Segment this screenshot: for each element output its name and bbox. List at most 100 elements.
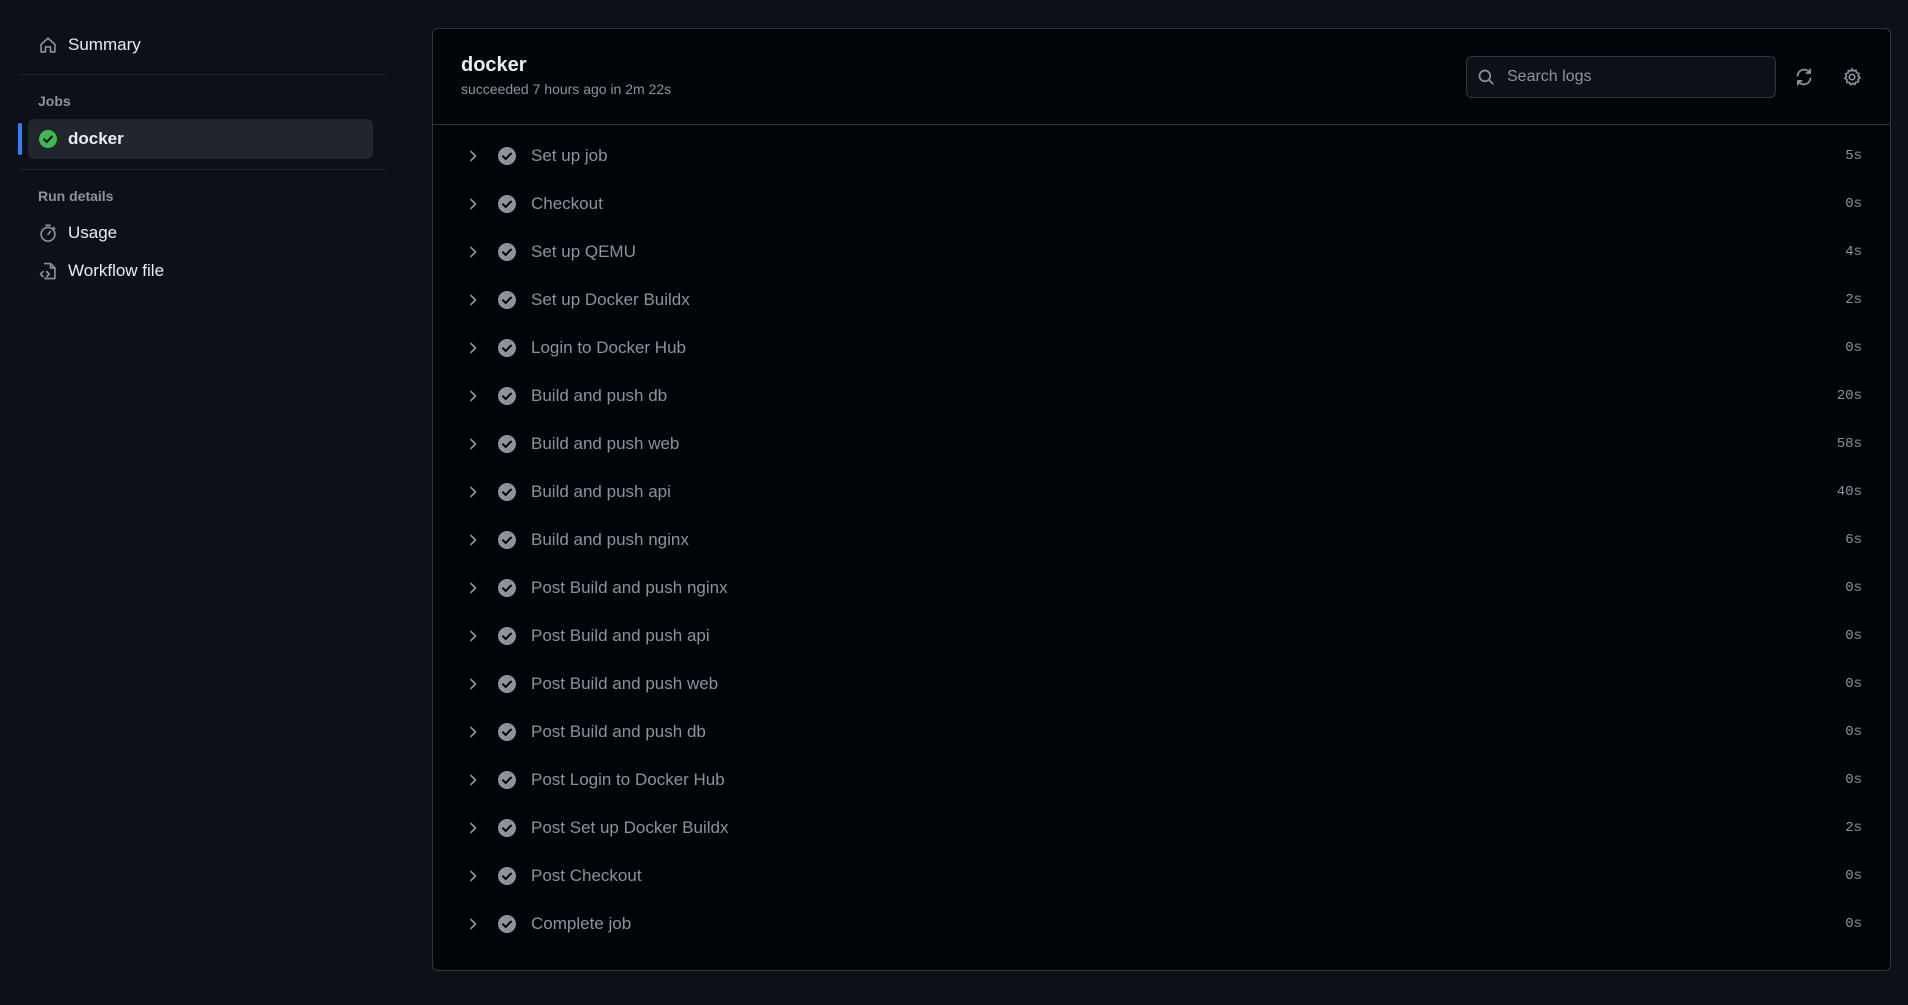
stopwatch-icon <box>38 223 58 243</box>
check-circle-fill-icon <box>497 578 517 598</box>
check-circle-fill-icon <box>497 194 517 214</box>
step-name: Post Checkout <box>531 866 642 885</box>
check-circle-fill-icon <box>497 146 517 166</box>
sidebar-item-summary[interactable]: Summary <box>20 24 385 66</box>
job-log-panel: docker succeeded 7 hours ago in 2m 22s S… <box>432 28 1891 971</box>
chevron-right-icon[interactable] <box>465 388 481 404</box>
chevron-right-icon[interactable] <box>465 916 481 932</box>
step-row[interactable]: Post Build and push db 0s <box>433 708 1890 756</box>
sidebar-item-job-docker[interactable]: docker <box>18 119 373 159</box>
search-input[interactable] <box>1505 67 1775 87</box>
step-row[interactable]: Post Set up Docker Buildx 2s <box>433 804 1890 852</box>
check-circle-fill-icon <box>497 290 517 310</box>
step-duration: 40s <box>1836 484 1862 500</box>
sidebar-item-usage[interactable]: Usage <box>20 214 385 252</box>
home-icon <box>38 35 58 55</box>
chevron-right-icon[interactable] <box>465 580 481 596</box>
step-duration: 6s <box>1845 532 1862 548</box>
sidebar: Summary Jobs docker Run details Usage Wo… <box>18 24 385 290</box>
step-duration: 0s <box>1845 196 1862 212</box>
step-duration: 0s <box>1845 340 1862 356</box>
step-row[interactable]: Build and push nginx 6s <box>433 516 1890 564</box>
step-row[interactable]: Post Build and push api 0s <box>433 612 1890 660</box>
chevron-right-icon[interactable] <box>465 484 481 500</box>
step-name: Post Build and push db <box>531 722 706 741</box>
sidebar-divider <box>20 74 385 75</box>
step-name: Build and push db <box>531 386 668 405</box>
step-duration: 2s <box>1845 820 1862 836</box>
check-circle-fill-icon <box>497 722 517 742</box>
check-circle-fill-icon <box>497 770 517 790</box>
step-duration: 0s <box>1845 676 1862 692</box>
refresh-button[interactable] <box>1790 63 1818 91</box>
step-name: Set up job <box>531 146 608 165</box>
step-row[interactable]: Complete job 0s <box>433 900 1890 948</box>
step-name: Post Build and push web <box>531 674 719 693</box>
check-circle-fill-icon <box>497 242 517 262</box>
chevron-right-icon[interactable] <box>465 244 481 260</box>
chevron-right-icon[interactable] <box>465 292 481 308</box>
step-name: Set up Docker Buildx <box>531 290 690 309</box>
step-name: Build and push nginx <box>531 530 689 549</box>
gear-icon <box>1842 67 1862 87</box>
check-circle-fill-icon <box>497 674 517 694</box>
file-code-icon <box>38 261 58 281</box>
settings-button[interactable] <box>1838 63 1866 91</box>
chevron-right-icon[interactable] <box>465 820 481 836</box>
step-duration: 5s <box>1845 148 1862 164</box>
sidebar-divider <box>20 169 385 170</box>
step-duration: 0s <box>1845 724 1862 740</box>
step-duration: 58s <box>1836 436 1862 452</box>
step-row[interactable]: Build and push db 20s <box>433 372 1890 420</box>
step-duration: 20s <box>1836 388 1862 404</box>
chevron-right-icon[interactable] <box>465 772 481 788</box>
step-duration: 0s <box>1845 772 1862 788</box>
step-name: Post Set up Docker Buildx <box>531 818 729 837</box>
sync-icon <box>1794 67 1814 87</box>
step-row[interactable]: Checkout 0s <box>433 180 1890 228</box>
step-row[interactable]: Post Build and push web 0s <box>433 660 1890 708</box>
step-name: Login to Docker Hub <box>531 338 686 357</box>
job-header: docker succeeded 7 hours ago in 2m 22s <box>433 29 1890 125</box>
step-row[interactable]: Post Build and push nginx 0s <box>433 564 1890 612</box>
step-name: Post Login to Docker Hub <box>531 770 725 789</box>
check-circle-fill-icon <box>497 482 517 502</box>
check-circle-fill-icon <box>497 338 517 358</box>
step-duration: 0s <box>1845 628 1862 644</box>
check-circle-fill-icon <box>497 866 517 886</box>
step-duration: 0s <box>1845 580 1862 596</box>
chevron-right-icon[interactable] <box>465 148 481 164</box>
chevron-right-icon[interactable] <box>465 340 481 356</box>
step-row[interactable]: Login to Docker Hub 0s <box>433 324 1890 372</box>
chevron-right-icon[interactable] <box>465 532 481 548</box>
run-details-section-title: Run details <box>38 188 114 204</box>
actions-job-page: Summary Jobs docker Run details Usage Wo… <box>0 0 1908 1005</box>
chevron-right-icon[interactable] <box>465 628 481 644</box>
step-row[interactable]: Set up Docker Buildx 2s <box>433 276 1890 324</box>
step-name: Set up QEMU <box>531 242 636 261</box>
check-circle-fill-icon <box>497 818 517 838</box>
chevron-right-icon[interactable] <box>465 676 481 692</box>
check-circle-fill-icon <box>38 129 58 149</box>
step-row[interactable]: Set up job 5s <box>433 132 1890 180</box>
check-circle-fill-icon <box>497 386 517 406</box>
step-name: Build and push web <box>531 434 680 453</box>
step-duration: 4s <box>1845 244 1862 260</box>
step-row[interactable]: Set up QEMU 4s <box>433 228 1890 276</box>
step-name: Post Build and push nginx <box>531 578 728 597</box>
step-duration: 0s <box>1845 868 1862 884</box>
step-name: Checkout <box>531 194 603 213</box>
sidebar-item-workflow-file[interactable]: Workflow file <box>20 252 385 290</box>
sidebar-item-label: docker <box>68 129 124 148</box>
step-row[interactable]: Post Checkout 0s <box>433 852 1890 900</box>
chevron-right-icon[interactable] <box>465 724 481 740</box>
chevron-right-icon[interactable] <box>465 196 481 212</box>
step-row[interactable]: Post Login to Docker Hub 0s <box>433 756 1890 804</box>
chevron-right-icon[interactable] <box>465 868 481 884</box>
active-indicator <box>18 123 22 155</box>
step-row[interactable]: Build and push web 58s <box>433 420 1890 468</box>
step-row[interactable]: Build and push api 40s <box>433 468 1890 516</box>
chevron-right-icon[interactable] <box>465 436 481 452</box>
search-logs-box[interactable] <box>1466 56 1776 98</box>
check-circle-fill-icon <box>497 626 517 646</box>
